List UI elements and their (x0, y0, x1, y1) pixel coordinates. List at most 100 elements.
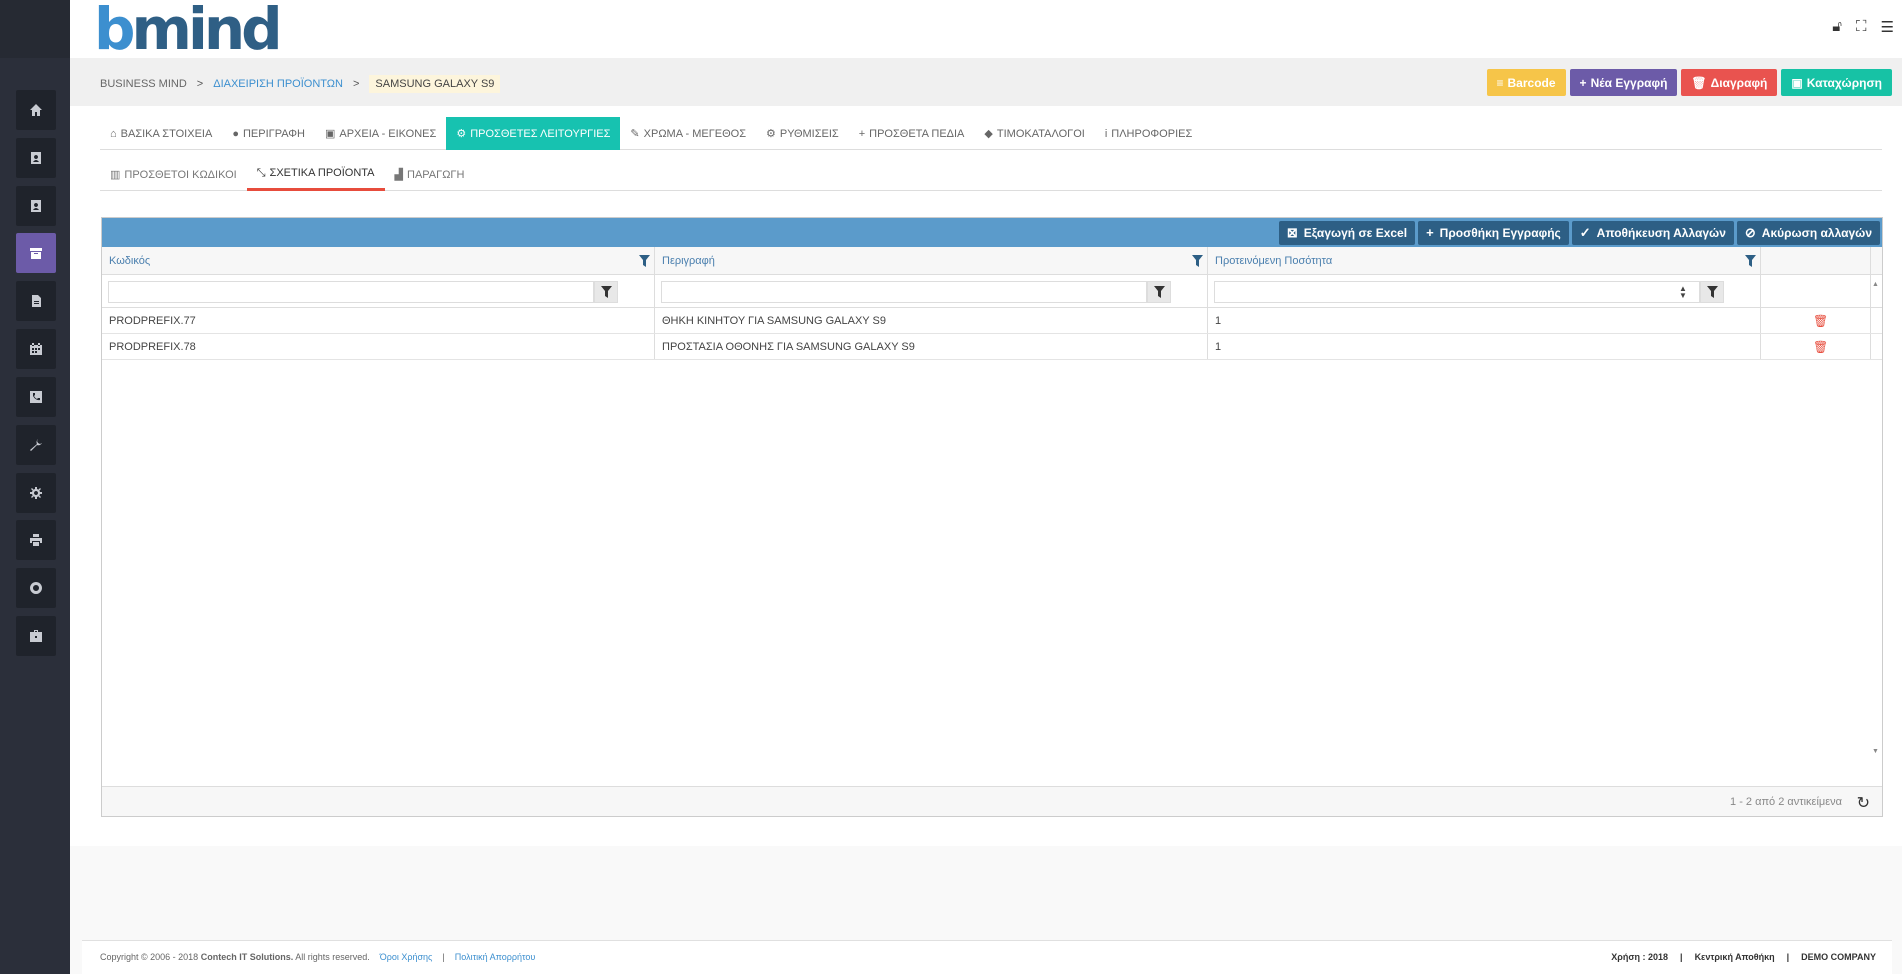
bmind-logo[interactable]: bmind (94, 0, 283, 58)
scroll-down-icon[interactable]: ▼ (1872, 748, 1879, 755)
column-header-description[interactable]: Περιγραφή (655, 247, 1208, 274)
footer-separator: | (442, 952, 445, 962)
export-excel-button[interactable]: ⊠ Εξαγωγή σε Excel (1278, 220, 1416, 245)
table-row[interactable]: PRODPREFIX.78 ΠΡΟΣΤΑΣΙΑ ΟΘΟΝΗΣ ΓΙΑ SAMSU… (102, 334, 1882, 360)
menu-add-icon[interactable]: ☰ (1881, 18, 1894, 36)
barcode-button[interactable]: ≡ Barcode (1486, 69, 1566, 96)
sidebar-item-contacts[interactable] (16, 138, 56, 178)
table-row[interactable]: PRODPREFIX.77 ΘΗΚΗ ΚΙΝΗΤΟΥ ΓΙΑ SAMSUNG G… (102, 308, 1882, 334)
sidebar-item-home[interactable] (16, 90, 56, 130)
tab-info[interactable]: i ΠΛΗΡΟΦΟΡΙΕΣ (1095, 117, 1202, 150)
cell-description[interactable]: ΠΡΟΣΤΑΣΙΑ ΟΘΟΝΗΣ ΓΙΑ SAMSUNG GALAXY S9 (655, 334, 1208, 359)
sidebar-item-toolbox[interactable] (16, 616, 56, 656)
warehouse-name[interactable]: Κεντρική Αποθήκη (1695, 952, 1775, 962)
address-card-icon (31, 200, 41, 212)
sidebar-item-settings[interactable] (16, 473, 56, 513)
sidebar-item-products[interactable] (16, 233, 56, 273)
tab-extra-functions[interactable]: ⚙ ΠΡΟΣΘΕΤΕΣ ΛΕΙΤΟΥΡΓΙΕΣ (446, 117, 621, 150)
cancel-changes-button[interactable]: ⊘ Ακύρωση αλλαγών (1736, 220, 1880, 245)
footer-separator: | (1680, 952, 1683, 962)
subtab-related-products[interactable]: ⤡ ΣΧΕΤΙΚΑ ΠΡΟΪΟΝΤΑ (246, 158, 385, 191)
industry-icon: ▟ (394, 169, 403, 181)
plus-icon: + (858, 127, 866, 140)
lock-open-icon[interactable]: 🔓︎ (1832, 18, 1842, 36)
grid-filter-row: ▲ ▼ (102, 275, 1882, 308)
tab-settings[interactable]: ⚙ ΡΥΘΜΙΣΕΙΣ (756, 117, 849, 150)
breadcrumb-section[interactable]: ΔΙΑΧΕΙΡΙΣΗ ΠΡΟΪΟΝΤΩΝ (213, 78, 343, 90)
grid-header: Κωδικός Περιγραφή Προτεινόμενη Ποσότητα (102, 247, 1882, 275)
column-header-quantity[interactable]: Προτεινόμενη Ποσότητα (1208, 247, 1761, 274)
delete-button[interactable]: 🗑︎ Διαγραφή (1681, 69, 1778, 96)
breadcrumb-current: SAMSUNG GALAXY S9 (369, 75, 501, 93)
tab-files[interactable]: ▣ ΑΡΧΕΙΑ - ΕΙΚΟΝΕΣ (315, 117, 446, 150)
save-button[interactable]: ▣ Καταχώρηση (1781, 69, 1892, 96)
breadcrumb-bar: BUSINESS MIND > ΔΙΑΧΕΙΡΙΣΗ ΠΡΟΪΟΝΤΩΝ > S… (70, 58, 1902, 106)
save-changes-button[interactable]: ✓ Αποθήκευση Αλλαγών (1571, 220, 1734, 245)
cell-quantity[interactable]: 1 (1208, 334, 1761, 359)
refresh-icon[interactable]: ↻ (1857, 793, 1870, 813)
sidebar-item-calls[interactable] (16, 377, 56, 417)
filter-icon[interactable] (1192, 255, 1203, 267)
tab-basic[interactable]: ⌂ ΒΑΣΙΚΑ ΣΤΟΙΧΕΙΑ (100, 117, 222, 150)
sidebar-item-tools[interactable] (16, 425, 56, 465)
filter-icon (1706, 286, 1718, 298)
subtab-extra-codes[interactable]: ▥ ΠΡΟΣΘΕΤΟΙ ΚΩΔΙΚΟΙ (100, 158, 247, 191)
filter-icon[interactable] (1745, 255, 1756, 267)
filter-icon[interactable] (639, 255, 650, 267)
quantity-spinner[interactable]: ▲ ▼ (1679, 285, 1687, 300)
tab-pricelists[interactable]: ◆ ΤΙΜΟΚΑΤΑΛΟΓΟΙ (974, 117, 1094, 150)
breadcrumb-root[interactable]: BUSINESS MIND (100, 78, 187, 90)
breadcrumb-separator: > (352, 78, 360, 90)
trash-icon: 🗑︎ (1691, 75, 1707, 90)
record-actions: ≡ Barcode + Νέα Εγγραφή 🗑︎ Διαγραφή ▣ Καταχώ… (1486, 69, 1892, 96)
privacy-link[interactable]: Πολιτική Απορρήτου (455, 952, 536, 962)
code-filter-button[interactable] (594, 281, 618, 303)
new-record-button[interactable]: + Νέα Εγγραφή (1569, 69, 1678, 96)
description-filter-input[interactable] (661, 281, 1147, 303)
sidebar (0, 0, 70, 974)
tab-extra-fields[interactable]: + ΠΡΟΣΘΕΤΑ ΠΕΔΙΑ (849, 117, 975, 150)
toolbox-icon (30, 630, 42, 642)
column-header-code[interactable]: Κωδικός (102, 247, 655, 274)
add-record-button[interactable]: + Προσθήκη Εγγραφής (1418, 220, 1569, 245)
company-name[interactable]: DEMO COMPANY (1801, 952, 1876, 962)
sidebar-item-calendar[interactable] (16, 329, 56, 369)
tab-description[interactable]: ● ΠΕΡΙΓΡΑΦΗ (222, 117, 315, 150)
contact-book-icon (31, 152, 41, 164)
grid-scrollbar[interactable]: ▲ ▼ (1869, 279, 1882, 757)
home-icon (30, 104, 42, 116)
sidebar-item-customers[interactable] (16, 186, 56, 226)
cell-code[interactable]: PRODPREFIX.77 (102, 308, 655, 333)
trash-icon[interactable]: 🗑︎ (1813, 314, 1828, 328)
wrench-icon (30, 439, 42, 451)
sidebar-item-documents[interactable] (16, 281, 56, 321)
comment-icon: ● (232, 127, 239, 140)
terms-link[interactable]: Όροι Χρήσης (380, 952, 433, 962)
code-filter-input[interactable] (108, 281, 594, 303)
fiscal-year[interactable]: Χρήση : 2018 (1611, 952, 1668, 962)
info-icon: i (1104, 127, 1108, 140)
top-header: bmind 🔓︎ ⛶ ☰ (70, 0, 1902, 58)
sidebar-item-support[interactable] (16, 568, 56, 608)
fullscreen-icon[interactable]: ⛶ (1856, 18, 1867, 36)
grid-pager: 1 - 2 από 2 αντικείμενα ↻ (102, 786, 1882, 816)
quantity-filter-button[interactable] (1700, 281, 1724, 303)
sidebar-item-print[interactable] (16, 520, 56, 560)
cell-description[interactable]: ΘΗΚΗ ΚΙΝΗΤΟΥ ΓΙΑ SAMSUNG GALAXY S9 (655, 308, 1208, 333)
subtab-production[interactable]: ▟ ΠΑΡΑΓΩΓΗ (385, 158, 475, 191)
calendar-icon (30, 343, 42, 355)
compress-icon: ⤡ (256, 166, 266, 179)
cell-quantity[interactable]: 1 (1208, 308, 1761, 333)
tab-color-size[interactable]: ✎ ΧΡΩΜΑ - ΜΕΓΕΘΟΣ (620, 117, 756, 150)
trash-icon[interactable]: 🗑︎ (1813, 340, 1828, 354)
description-filter-button[interactable] (1147, 281, 1171, 303)
scroll-up-icon[interactable]: ▲ (1872, 281, 1879, 288)
copyright-text: Copyright © 2006 - 2018 Contech IT Solut… (100, 952, 370, 962)
list-icon: ≡ (1496, 75, 1504, 90)
breadcrumb-separator: > (196, 78, 204, 90)
plus-icon: + (1426, 225, 1434, 240)
quantity-filter-input[interactable] (1214, 281, 1700, 303)
cell-code[interactable]: PRODPREFIX.78 (102, 334, 655, 359)
footer-separator: | (1786, 952, 1790, 962)
check-icon: ✓ (1579, 224, 1591, 240)
